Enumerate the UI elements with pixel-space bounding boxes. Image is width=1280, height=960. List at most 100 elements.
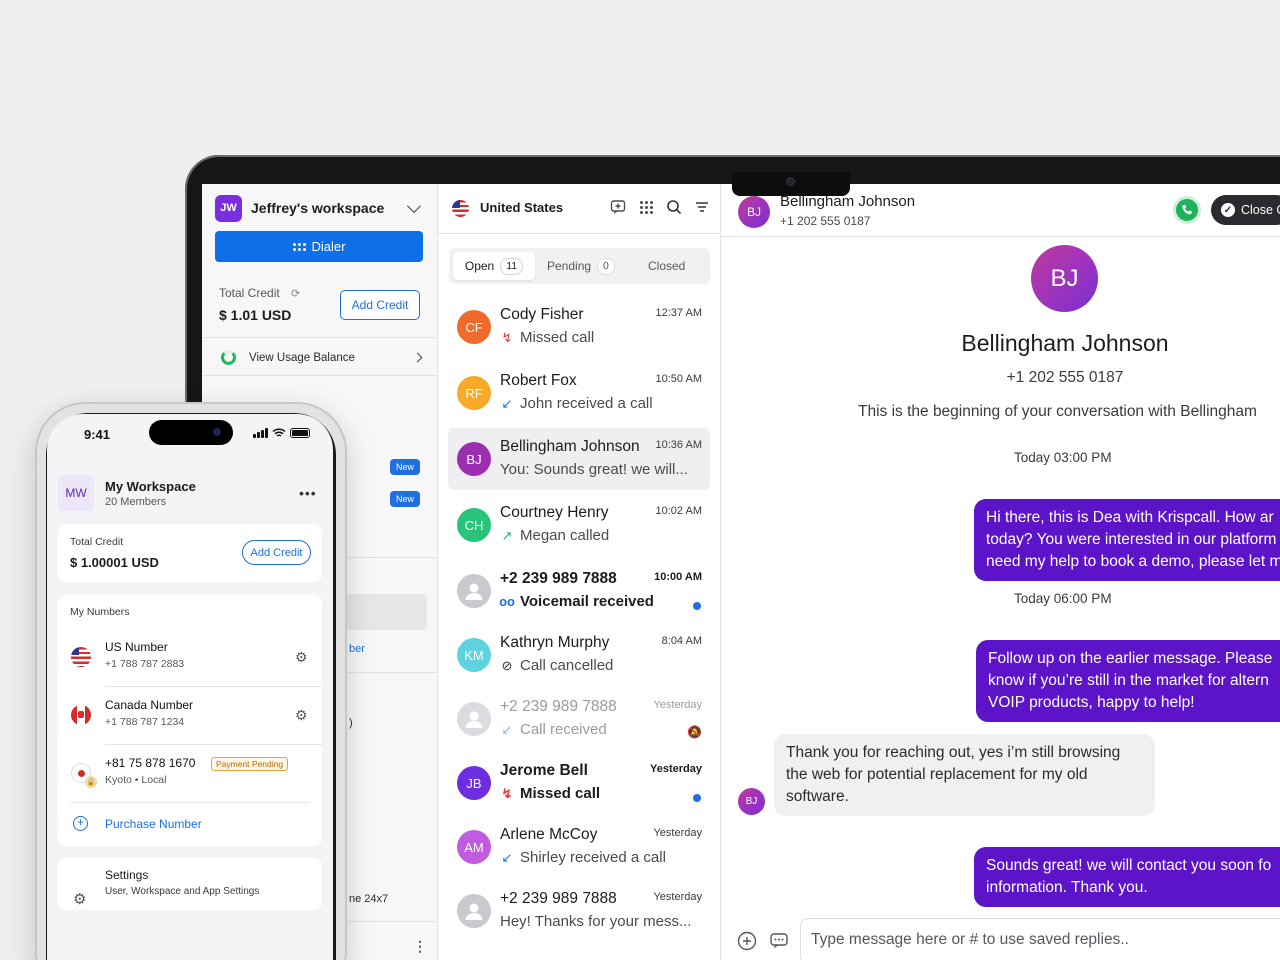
sidebar-fragment-link[interactable]: ber: [349, 643, 365, 655]
search-icon[interactable]: [666, 199, 682, 215]
preview-text: Call cancelled: [520, 657, 614, 674]
call-status-icon: ↙: [501, 849, 513, 865]
conversation-preview: ↗ Megan called: [500, 527, 610, 544]
preview-text: You: Sounds great! we will...: [500, 461, 688, 478]
dialer-label: Dialer: [311, 239, 346, 254]
add-credit-button[interactable]: Add Credit: [242, 540, 311, 565]
new-badge: New: [390, 491, 420, 507]
dialer-button[interactable]: Dialer: [215, 231, 423, 262]
saved-replies-icon[interactable]: [769, 931, 789, 951]
conversation-preview: ↙ John received a call: [500, 395, 653, 412]
purchase-number-button[interactable]: + Purchase Number: [58, 804, 322, 844]
conversation-item[interactable]: AM Arlene McCoy Yesterday ↙ Shirley received…: [448, 816, 710, 878]
tab-closed[interactable]: Closed: [648, 252, 685, 280]
contact-number-large: +1 202 555 0187: [1006, 369, 1124, 386]
conversation-time: 10:02 AM: [655, 505, 702, 517]
conversation-name: Bellingham Johnson: [500, 438, 640, 455]
view-usage-balance[interactable]: View Usage Balance: [202, 340, 438, 376]
message-input[interactable]: Type message here or # to use saved repl…: [800, 918, 1280, 960]
add-credit-button[interactable]: Add Credit: [340, 290, 420, 320]
chevron-down-icon: [406, 198, 422, 214]
conversation-item[interactable]: BJ Bellingham Johnson 10:36 AM You: Sounds …: [448, 428, 710, 490]
conversation-item[interactable]: +2 239 989 7888 Yesterday Hey! Thanks for …: [448, 880, 710, 942]
avatar: BJ: [738, 788, 765, 815]
preview-text: Megan called: [520, 527, 610, 544]
settings-card[interactable]: [58, 858, 322, 910]
number-title: +81 75 878 1670: [105, 756, 196, 770]
conversation-name: Cody Fisher: [500, 306, 584, 323]
conversation-item[interactable]: CH Courtney Henry 10:02 AM ↗ Megan called: [448, 494, 710, 556]
conversation-item[interactable]: KM Kathryn Murphy 8:04 AM ⊘ Call cancelled: [448, 624, 710, 686]
number-row-japan[interactable]: 🔒 +81 75 878 1670 Payment Pending Kyoto …: [58, 744, 322, 802]
conversation-item[interactable]: CF Cody Fisher 12:37 AM ↯ Missed call: [448, 296, 710, 358]
avatar: AM: [457, 830, 491, 864]
plus-circle-icon: +: [73, 816, 88, 831]
number-location: Kyoto • Local: [105, 774, 167, 786]
number-title: US Number: [105, 640, 168, 654]
credit-label: Total Credit: [219, 286, 280, 300]
user-placeholder-icon: [457, 702, 491, 736]
tab-pending[interactable]: Pending 0: [547, 252, 615, 280]
conversation-item[interactable]: JB Jerome Bell Yesterday ↯ Missed call: [448, 752, 710, 814]
incoming-message: Thank you for reaching out, yes i’m stil…: [774, 734, 1155, 816]
settings-sub: User, Workspace and App Settings: [105, 886, 260, 897]
conversation-item[interactable]: RF Robert Fox 10:50 AM ↙ John received a cal…: [448, 362, 710, 424]
workspace-name: My Workspace: [105, 479, 196, 494]
us-flag-icon: [71, 647, 91, 667]
avatar: BJ: [457, 442, 491, 476]
number-row-us[interactable]: US Number +1 788 787 2883 ⚙: [58, 628, 322, 686]
avatar: RF: [457, 376, 491, 410]
outgoing-message: Hi there, this is Dea with Krispcall. Ho…: [974, 499, 1280, 581]
tab-open[interactable]: Open 11: [453, 252, 535, 280]
conversation-name: Robert Fox: [500, 372, 577, 389]
workspace-switcher[interactable]: JW Jeffrey's workspace: [215, 194, 425, 222]
country-selector[interactable]: United States: [480, 200, 563, 215]
avatar: CF: [457, 310, 491, 344]
list-header: United States: [438, 184, 721, 234]
us-flag-icon: [452, 200, 469, 217]
workspace-name: Jeffrey's workspace: [251, 200, 385, 216]
more-icon[interactable]: •••: [299, 485, 317, 501]
credit-value: $ 1.01 USD: [219, 307, 292, 323]
conversation-name: Kathryn Murphy: [500, 634, 610, 651]
filter-icon[interactable]: [694, 199, 710, 215]
conversation-preview: You: Sounds great! we will...: [500, 461, 688, 478]
conversation-item[interactable]: +2 239 989 7888 Yesterday ↙ Call received 🔕: [448, 688, 710, 750]
call-button[interactable]: [1173, 196, 1201, 224]
refresh-icon[interactable]: ⟳: [291, 287, 300, 300]
call-status-icon: ⊘: [501, 657, 513, 673]
call-status-icon: ↙: [501, 395, 513, 411]
wifi-icon: [272, 428, 285, 437]
battery-icon: [289, 428, 310, 438]
preview-text: Call received: [520, 721, 607, 738]
conversation-list: United States Open 11 Pending 0 Closed C…: [438, 184, 721, 960]
sidebar-item-selected[interactable]: [347, 594, 427, 630]
tab-count: 0: [597, 257, 615, 275]
call-status-icon: ↯: [501, 785, 513, 801]
close-conversation-button[interactable]: ✓ Close C: [1211, 195, 1280, 225]
conversation-item[interactable]: +2 239 989 7888 10:00 AM oo Voicemail recei…: [448, 560, 710, 622]
gear-icon[interactable]: ⚙: [295, 707, 308, 724]
dialpad-icon: [292, 242, 306, 251]
call-status-icon: ↙: [501, 721, 513, 737]
preview-text: Hey! Thanks for your mess...: [500, 913, 692, 930]
conversation-time: Yesterday: [650, 763, 702, 775]
dialpad-icon[interactable]: [638, 199, 654, 215]
conversation-name: Courtney Henry: [500, 504, 609, 521]
camera-icon: [786, 177, 795, 186]
add-attachment-icon[interactable]: [737, 931, 757, 951]
more-icon[interactable]: ⋮: [413, 938, 427, 955]
numbers-heading: My Numbers: [70, 606, 130, 618]
conversation-preview: oo Voicemail received: [500, 593, 654, 610]
conversation-intro: This is the beginning of your conversati…: [858, 403, 1257, 420]
number-value: +1 788 787 2883: [105, 658, 185, 670]
payment-pending-badge: Payment Pending: [211, 757, 289, 771]
conversation-time: Yesterday: [653, 891, 702, 903]
new-message-icon[interactable]: [610, 199, 626, 215]
phone-icon: [1182, 204, 1192, 215]
gear-icon[interactable]: ⚙: [295, 649, 308, 666]
number-row-canada[interactable]: Canada Number +1 788 787 1234 ⚙: [58, 686, 322, 744]
tab-count: 11: [500, 257, 524, 275]
signal-icon: [253, 428, 268, 438]
conversation-name: Jerome Bell: [500, 762, 588, 779]
